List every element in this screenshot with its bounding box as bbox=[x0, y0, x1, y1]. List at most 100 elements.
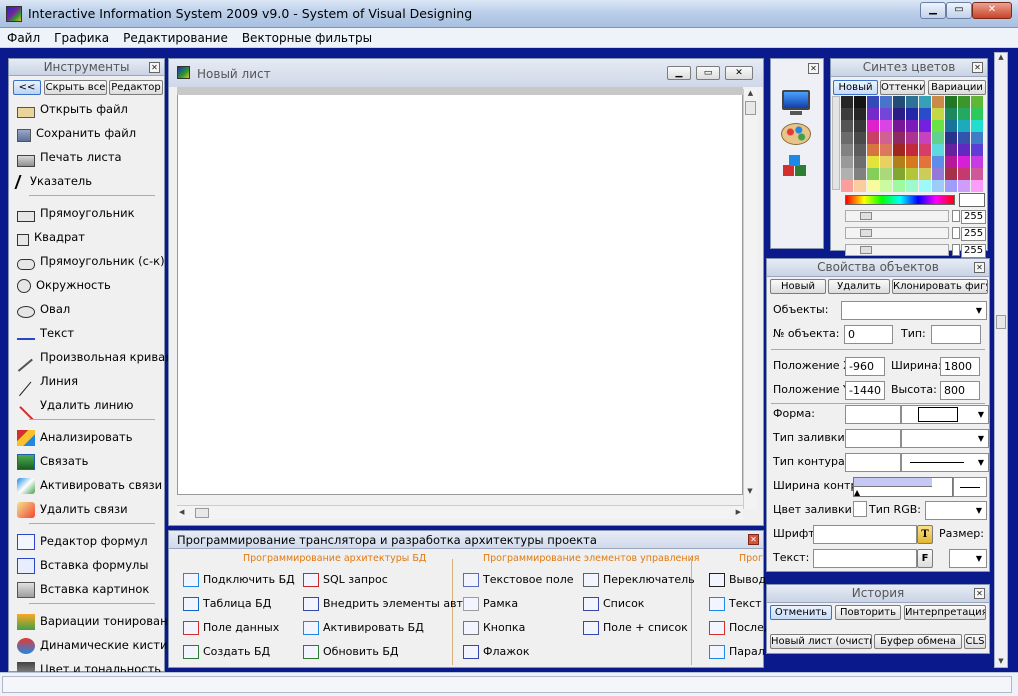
color-swatch[interactable] bbox=[854, 144, 866, 156]
color-swatch[interactable] bbox=[971, 168, 983, 180]
color-swatch[interactable] bbox=[906, 96, 918, 108]
tool-item[interactable]: Связать bbox=[17, 451, 167, 471]
color-swatch[interactable] bbox=[854, 156, 866, 168]
color-swatch[interactable] bbox=[945, 144, 957, 156]
tools-close-icon[interactable]: ✕ bbox=[149, 62, 160, 73]
quick-icons-close-icon[interactable]: ✕ bbox=[808, 63, 819, 74]
maximize-button[interactable]: ▭ bbox=[946, 2, 972, 19]
color-swatch[interactable] bbox=[919, 96, 931, 108]
color-swatch[interactable] bbox=[919, 168, 931, 180]
programming-item[interactable]: Текстовое поле bbox=[463, 571, 574, 589]
tool-item[interactable]: Открыть файл bbox=[17, 99, 167, 119]
position-y-field[interactable]: -1440 bbox=[845, 381, 885, 400]
color-swatch[interactable] bbox=[906, 132, 918, 144]
rgb-slider-thumb[interactable] bbox=[860, 212, 872, 220]
color-swatch[interactable] bbox=[906, 156, 918, 168]
programming-item[interactable]: Переключатель bbox=[583, 571, 695, 589]
rgb-type-select[interactable]: ▼ bbox=[925, 501, 987, 520]
tool-item[interactable]: Сохранить файл bbox=[17, 123, 167, 143]
hide-all-button[interactable]: Скрыть все bbox=[44, 80, 107, 95]
text-field[interactable] bbox=[813, 549, 917, 568]
minimize-button[interactable]: ▁ bbox=[920, 2, 946, 19]
menu-vector-filters[interactable]: Векторные фильтры bbox=[235, 28, 379, 45]
font-format-button[interactable]: F bbox=[917, 549, 933, 568]
scroll-thumb[interactable] bbox=[745, 101, 756, 115]
canvas-minimize-button[interactable]: ▁ bbox=[667, 66, 691, 80]
color-swatch[interactable] bbox=[854, 120, 866, 132]
programming-item[interactable]: Таблица БД bbox=[183, 595, 271, 613]
color-swatch[interactable] bbox=[932, 168, 944, 180]
color-swatch[interactable] bbox=[906, 108, 918, 120]
font-field[interactable] bbox=[813, 525, 917, 544]
color-swatch[interactable] bbox=[893, 144, 905, 156]
color-swatch[interactable] bbox=[841, 156, 853, 168]
clone-shape-button[interactable]: Клонировать фигуру bbox=[892, 279, 988, 294]
scroll-left-icon[interactable]: ◀ bbox=[179, 508, 184, 516]
tool-item[interactable]: Квадрат bbox=[17, 227, 167, 247]
color-swatch[interactable] bbox=[945, 120, 957, 132]
programming-item[interactable]: Парал bbox=[709, 643, 765, 661]
monitor-icon[interactable] bbox=[782, 90, 810, 110]
color-swatch[interactable] bbox=[893, 96, 905, 108]
sheet-vertical-scrollbar[interactable]: ▲ ▼ bbox=[743, 89, 757, 509]
color-swatch[interactable] bbox=[854, 180, 866, 192]
color-swatch[interactable] bbox=[893, 108, 905, 120]
color-swatch[interactable] bbox=[945, 96, 957, 108]
programming-item[interactable]: Создать БД bbox=[183, 643, 270, 661]
h-scroll-thumb[interactable] bbox=[195, 508, 209, 518]
tool-item[interactable]: Вставка формулы bbox=[17, 555, 167, 575]
rgb-slider[interactable] bbox=[845, 210, 949, 222]
tool-item[interactable]: Печать листа bbox=[17, 147, 167, 167]
programming-item[interactable]: Список bbox=[583, 595, 644, 613]
tool-item[interactable]: Произвольная кривая bbox=[17, 347, 172, 373]
color-swatch[interactable] bbox=[867, 168, 879, 180]
color-swatch[interactable] bbox=[854, 108, 866, 120]
tool-item[interactable]: Удалить связи bbox=[17, 499, 167, 519]
programming-item[interactable]: Рамка bbox=[463, 595, 518, 613]
main-scroll-up-icon[interactable]: ▲ bbox=[995, 53, 1007, 61]
color-swatch[interactable] bbox=[958, 108, 970, 120]
color-swatch[interactable] bbox=[919, 180, 931, 192]
color-swatch[interactable] bbox=[867, 96, 879, 108]
color-swatch[interactable] bbox=[932, 180, 944, 192]
tool-item[interactable]: Окружность bbox=[17, 275, 167, 295]
color-swatch[interactable] bbox=[958, 156, 970, 168]
shape-select[interactable]: ▼ bbox=[901, 405, 989, 424]
type-field[interactable] bbox=[931, 325, 981, 344]
objects-dropdown-icon[interactable]: ▼ bbox=[972, 302, 986, 319]
color-swatch[interactable] bbox=[880, 108, 892, 120]
color-swatch[interactable] bbox=[945, 108, 957, 120]
color-swatch[interactable] bbox=[841, 168, 853, 180]
tab-new[interactable]: Новый bbox=[833, 80, 878, 95]
color-swatch[interactable] bbox=[841, 120, 853, 132]
height-field[interactable]: 800 bbox=[940, 381, 980, 400]
color-swatch[interactable] bbox=[880, 168, 892, 180]
tool-item[interactable]: Редактор формул bbox=[17, 531, 167, 551]
color-swatch[interactable] bbox=[932, 156, 944, 168]
color-swatch[interactable] bbox=[841, 108, 853, 120]
color-swatch[interactable] bbox=[880, 132, 892, 144]
palette-icon[interactable] bbox=[781, 123, 811, 145]
programming-item[interactable]: Текст л bbox=[709, 595, 772, 613]
rgb-dropdown-icon[interactable]: ▼ bbox=[972, 502, 986, 519]
color-swatch[interactable] bbox=[971, 108, 983, 120]
clipboard-button[interactable]: Буфер обмена bbox=[874, 634, 962, 649]
menu-edit[interactable]: Редактирование bbox=[116, 28, 235, 45]
color-swatch[interactable] bbox=[932, 132, 944, 144]
new-object-button[interactable]: Новый bbox=[770, 279, 826, 294]
editor-button[interactable]: Редактор bbox=[109, 80, 163, 95]
color-swatch[interactable] bbox=[945, 180, 957, 192]
color-swatch[interactable] bbox=[958, 132, 970, 144]
color-swatch[interactable] bbox=[893, 120, 905, 132]
color-swatch[interactable] bbox=[945, 168, 957, 180]
drawing-sheet[interactable] bbox=[177, 89, 743, 495]
color-swatch[interactable] bbox=[945, 132, 957, 144]
color-swatch[interactable] bbox=[906, 144, 918, 156]
tool-item[interactable]: Активировать связи bbox=[17, 475, 167, 495]
size-select[interactable]: ▼ bbox=[949, 549, 987, 568]
color-swatch[interactable] bbox=[919, 132, 931, 144]
position-x-field[interactable]: -960 bbox=[845, 357, 885, 376]
color-swatch[interactable] bbox=[958, 144, 970, 156]
rgb-slider[interactable] bbox=[845, 227, 949, 239]
color-swatch[interactable] bbox=[867, 144, 879, 156]
